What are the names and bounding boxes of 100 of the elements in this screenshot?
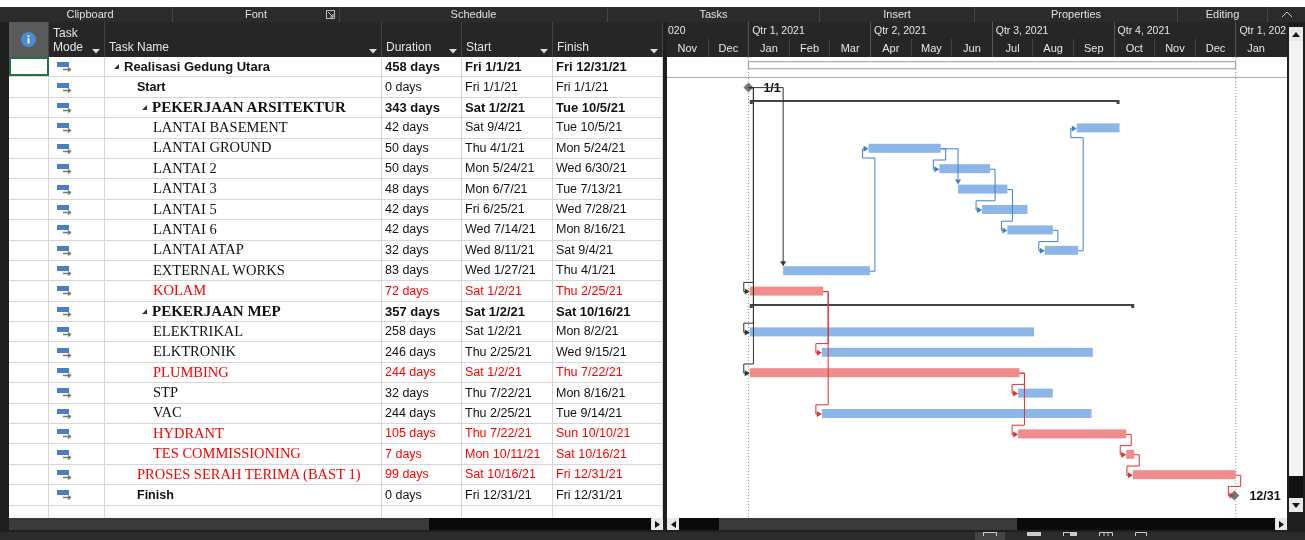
collapse-toggle-icon[interactable] — [141, 307, 148, 315]
project-summary-bar[interactable] — [747, 61, 1237, 70]
up-arrow-icon — [1292, 31, 1300, 37]
task-bar[interactable] — [1076, 123, 1120, 133]
task-start-date: Sat 1/2/21 — [462, 301, 553, 322]
task-duration: 42 days — [382, 220, 462, 240]
task-mode-icon[interactable] — [57, 101, 73, 113]
task-start-date: Sat 1/2/21 — [462, 322, 553, 342]
task-duration: 343 days — [382, 97, 462, 118]
task-mode-icon[interactable] — [57, 428, 73, 440]
scroll-down-button[interactable] — [1289, 498, 1303, 512]
view-icon[interactable] — [1135, 532, 1147, 536]
task-bar[interactable] — [1132, 470, 1236, 480]
task-mode-icon[interactable] — [57, 163, 73, 175]
task-name: PEKERJAAN ARSITEKTUR — [152, 98, 346, 118]
task-bar[interactable] — [749, 286, 824, 296]
task-bar[interactable] — [1126, 449, 1135, 459]
task-duration: 105 days — [382, 424, 462, 444]
task-bar[interactable] — [1007, 225, 1053, 235]
dependency-arrow — [1126, 454, 1140, 479]
down-arrow-icon — [1292, 502, 1300, 508]
task-mode-icon[interactable] — [57, 265, 73, 277]
task-start-date: Thu 2/25/21 — [462, 403, 553, 424]
task-mode-icon[interactable] — [57, 61, 73, 73]
right-arrow-icon — [654, 520, 660, 528]
task-mode-icon[interactable] — [57, 326, 73, 338]
horizontal-scrollbar[interactable] — [667, 518, 1287, 530]
task-mode-icon[interactable] — [57, 203, 73, 215]
task-mode-icon[interactable] — [57, 387, 73, 399]
task-name: LANTAI 3 — [153, 179, 217, 199]
scroll-up-button[interactable] — [1289, 27, 1303, 41]
scroll-thumb[interactable] — [719, 518, 1017, 530]
task-mode-icon[interactable] — [57, 367, 73, 379]
ribbon-group-label: Schedule — [450, 7, 497, 22]
task-mode-icon[interactable] — [57, 346, 73, 358]
task-name: LANTAI 6 — [153, 219, 217, 239]
task-mode-icon[interactable] — [57, 224, 73, 236]
task-bar[interactable] — [939, 164, 991, 174]
summary-bar[interactable] — [749, 304, 1135, 308]
task-mode-icon[interactable] — [57, 448, 73, 460]
task-duration: 72 days — [382, 281, 462, 301]
collapse-toggle-icon[interactable] — [113, 63, 120, 71]
collapse-toggle-icon[interactable] — [141, 103, 148, 111]
ribbon-group-label: Editing — [1205, 7, 1240, 22]
task-bar[interactable] — [783, 266, 870, 276]
milestone-icon[interactable] — [743, 82, 754, 93]
task-duration: 0 days — [382, 77, 462, 97]
task-mode-icon[interactable] — [57, 285, 73, 297]
task-bar[interactable] — [1018, 388, 1053, 398]
right-arrow-icon — [1278, 520, 1284, 528]
task-bar[interactable] — [958, 184, 1008, 194]
task-bar[interactable] — [821, 347, 1093, 357]
summary-bar[interactable] — [749, 100, 1120, 104]
task-bar[interactable] — [982, 205, 1028, 214]
task-name: Start — [137, 78, 166, 96]
task-mode-icon[interactable] — [57, 122, 73, 134]
view-icon[interactable] — [1063, 532, 1077, 536]
task-start-date: Fri 6/25/21 — [462, 199, 553, 220]
task-duration: 7 days — [382, 444, 462, 464]
task-mode-icon[interactable] — [57, 183, 73, 195]
scroll-left-button[interactable] — [667, 518, 679, 530]
timescale-quarter-label: Qtr 2, 2021 — [870, 22, 992, 39]
task-mode-icon[interactable] — [57, 407, 73, 419]
view-button[interactable] — [975, 532, 1005, 540]
task-name: KOLAM — [153, 281, 207, 301]
horizontal-scrollbar[interactable] — [9, 518, 663, 530]
scroll-thumb[interactable] — [1289, 476, 1303, 498]
task-bar[interactable] — [868, 143, 941, 153]
dependency-arrow — [1119, 433, 1132, 458]
task-mode-icon[interactable] — [57, 244, 73, 256]
task-start-date: Sat 9/4/21 — [462, 118, 553, 138]
task-duration: 42 days — [382, 199, 462, 220]
scroll-right-button[interactable] — [651, 518, 663, 530]
task-name: Finish — [137, 486, 174, 504]
task-bar[interactable] — [1018, 429, 1127, 439]
timescale-quarter-label: Qtr 1, 202 — [1235, 22, 1287, 39]
ribbon-group-label: Font — [245, 7, 267, 22]
caret-icon — [650, 49, 658, 54]
task-start-date: Sat 1/2/21 — [462, 97, 553, 118]
task-mode-icon[interactable] — [57, 489, 73, 501]
view-icon[interactable] — [1099, 532, 1113, 536]
task-bar[interactable] — [749, 368, 1020, 378]
row-selector-cell[interactable] — [9, 57, 49, 77]
task-mode-icon[interactable] — [57, 469, 73, 480]
milestone-date-label: 12/31 — [1249, 489, 1281, 504]
task-duration: 357 days — [382, 301, 462, 322]
dialog-launcher-icon[interactable] — [326, 10, 335, 19]
task-mode-icon[interactable] — [57, 305, 73, 317]
ribbon-group-label: Clipboard — [66, 7, 114, 22]
task-mode-icon[interactable] — [57, 81, 73, 93]
task-name: LANTAI ATAP — [153, 240, 244, 260]
task-name: Realisasi Gedung Utara — [124, 57, 270, 76]
task-start-date: Thu 4/1/21 — [462, 138, 553, 158]
scroll-right-button[interactable] — [1275, 518, 1287, 530]
task-name: VAC — [153, 403, 182, 423]
scroll-thumb[interactable] — [9, 518, 429, 530]
task-mode-icon[interactable] — [57, 142, 73, 154]
task-bar[interactable] — [749, 327, 1035, 337]
task-bar[interactable] — [1044, 245, 1079, 255]
caret-icon — [369, 49, 377, 54]
